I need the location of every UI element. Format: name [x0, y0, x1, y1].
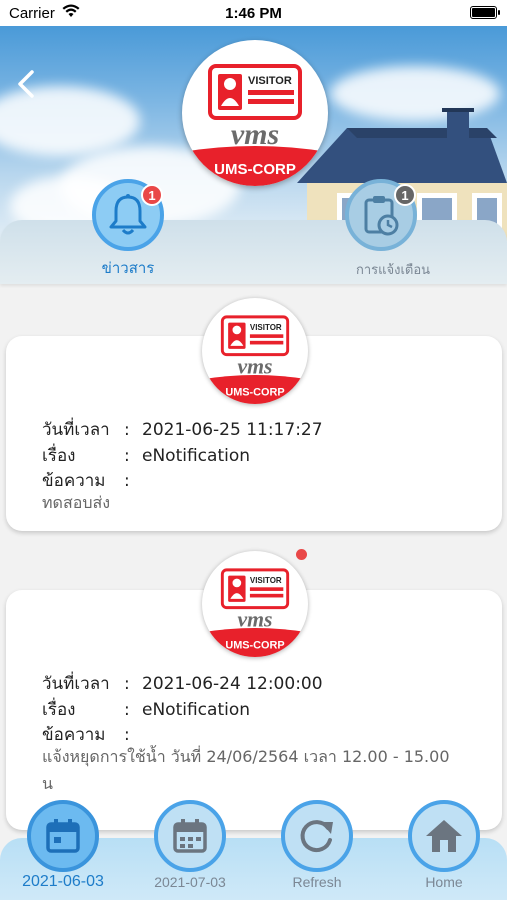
svg-text:UMS-CORP: UMS-CORP	[225, 386, 284, 398]
nav-date-start-label[interactable]: 2021-06-03	[3, 873, 123, 891]
home-label[interactable]: Home	[384, 874, 504, 890]
svg-text:UMS-CORP: UMS-CORP	[225, 639, 284, 651]
message-text: ทดสอบส่ง	[42, 493, 111, 512]
subject-row: เรื่อง: eNotification	[42, 446, 251, 466]
vms-logo: VISITOR vms UMS-CORP	[182, 40, 328, 186]
message-text: แจ้งหยุดการใช้น้ำ วันที่ 24/06/2564 เวลา…	[42, 747, 450, 793]
unread-indicator	[296, 549, 307, 560]
alerts-badge: 1	[394, 184, 416, 206]
clock: 1:46 PM	[225, 5, 282, 22]
svg-text:vms: vms	[237, 608, 272, 632]
card-logo: VISITOR vms UMS-CORP	[202, 551, 308, 657]
svg-text:vms: vms	[237, 355, 272, 379]
news-badge: 1	[141, 184, 163, 206]
back-chevron-icon[interactable]	[12, 66, 38, 102]
nav-date-end-label[interactable]: 2021-07-03	[130, 874, 250, 890]
nav-date-start-button[interactable]	[27, 800, 99, 872]
tab-news-label[interactable]: ข่าวสาร	[48, 256, 208, 280]
card-logo: VISITOR vms UMS-CORP	[202, 298, 308, 404]
subject-value: eNotification	[142, 700, 251, 720]
subject-row: เรื่อง: eNotification	[42, 700, 251, 720]
refresh-icon	[300, 820, 333, 853]
battery-icon	[470, 6, 500, 19]
datetime-row: วันที่เวลา:2021-06-24 12:00:00	[42, 674, 323, 694]
subject-value: eNotification	[142, 446, 251, 466]
datetime-value: 2021-06-24 12:00:00	[142, 674, 323, 694]
datetime-row: วันที่เวลา:2021-06-25 11:17:27	[42, 420, 323, 440]
refresh-label[interactable]: Refresh	[257, 874, 377, 890]
refresh-button[interactable]	[281, 800, 353, 872]
calendar-icon	[46, 819, 80, 853]
home-icon	[426, 820, 462, 852]
status-bar: Carrier 1:46 PM	[0, 0, 507, 26]
logo-visitor-text: VISITOR	[248, 75, 292, 87]
tab-alerts-label[interactable]: การแจ้งเตือน	[313, 259, 473, 280]
svg-text:VISITOR: VISITOR	[250, 576, 282, 585]
calendar-icon	[173, 819, 207, 853]
bottom-nav: 2021-06-03 2021-07-03 Refresh Home	[0, 790, 507, 900]
datetime-value: 2021-06-25 11:17:27	[142, 420, 323, 440]
nav-date-end-button[interactable]	[154, 800, 226, 872]
logo-corp-text: UMS-CORP	[214, 161, 296, 178]
home-button[interactable]	[408, 800, 480, 872]
svg-text:VISITOR: VISITOR	[250, 323, 282, 332]
